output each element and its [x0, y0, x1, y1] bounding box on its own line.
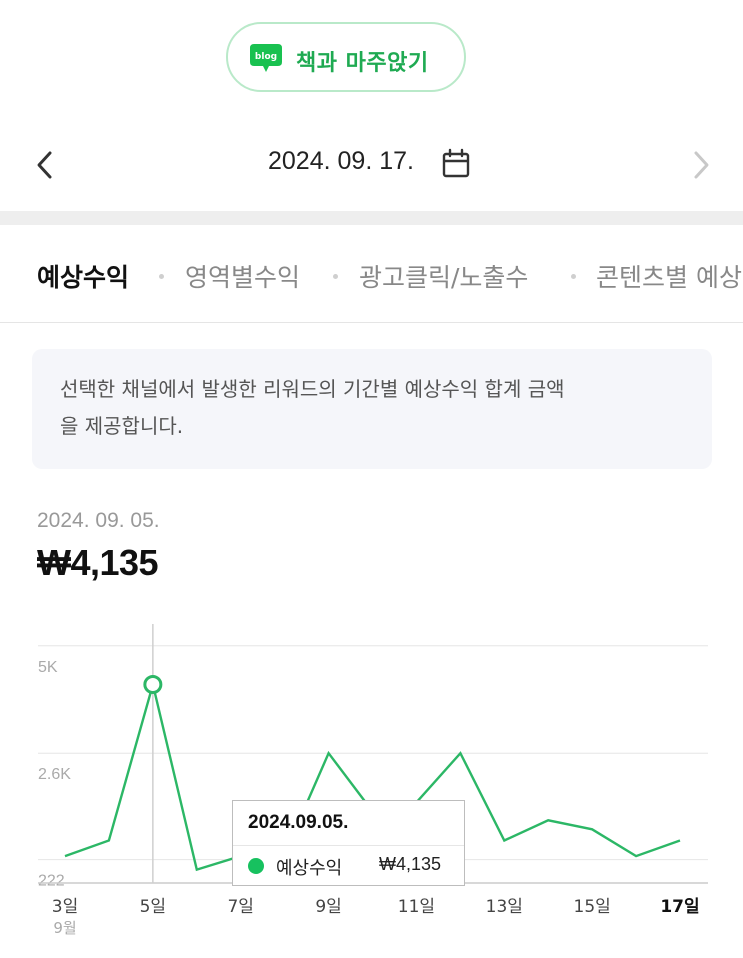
x-tick-label: 5일	[140, 897, 166, 917]
revenue-line-chart[interactable]: 5K 2.6K 222 3일 9월 5일 7일 9일 11일 13일 15일 17일	[0, 620, 743, 958]
tab-separator-dot	[159, 274, 164, 279]
x-tick-label: 3일	[52, 897, 78, 917]
info-text-line1: 선택한 채널에서 발생한 리워드의 기간별 예상수익 합계 금액	[60, 377, 565, 401]
series-color-dot	[248, 858, 264, 874]
y-tick-label: 2.6K	[38, 766, 71, 783]
section-divider	[0, 211, 743, 225]
highlighted-point	[143, 674, 163, 694]
tooltip-series-label: 예상수익	[276, 858, 343, 879]
chart-tooltip: 2024.09.05. 예상수익 ₩4,135	[232, 800, 465, 886]
current-date[interactable]: 2024. 09. 17.	[268, 147, 414, 176]
x-tick-sublabel: 9월	[53, 919, 76, 937]
tab-revenue-by-content[interactable]: 콘텐츠별 예상	[596, 258, 742, 294]
chevron-left-icon[interactable]	[30, 148, 60, 182]
chevron-right-icon[interactable]	[686, 148, 716, 182]
x-tick-label: 11일	[398, 897, 435, 917]
info-box: 선택한 채널에서 발생한 리워드의 기간별 예상수익 합계 금액 을 제공합니다…	[32, 349, 712, 469]
tab-expected-revenue[interactable]: 예상수익	[37, 258, 129, 294]
x-tick-label: 15일	[574, 897, 611, 917]
blog-name: 책과 마주앉기	[296, 51, 429, 76]
stats-tabs: 예상수익 영역별수익 광고클릭/노출수 콘텐츠별 예상	[0, 244, 743, 323]
x-tick-label: 17일	[660, 897, 699, 917]
blog-logo-icon: blog	[250, 44, 282, 72]
tab-separator-dot	[571, 274, 576, 279]
info-text-line2: 을 제공합니다.	[60, 414, 184, 438]
tab-ad-clicks-impressions[interactable]: 광고클릭/노출수	[359, 258, 528, 294]
tooltip-divider	[233, 845, 464, 846]
tooltip-date: 2024.09.05.	[248, 812, 349, 833]
selected-date: 2024. 09. 05.	[37, 509, 160, 532]
date-navigator: 2024. 09. 17.	[0, 130, 743, 200]
calendar-icon[interactable]	[441, 148, 471, 180]
tooltip-value: ₩4,135	[379, 854, 442, 874]
y-tick-label: 5K	[38, 659, 58, 676]
blog-badge-text: blog	[255, 52, 277, 62]
y-tick-label: 222	[38, 873, 65, 890]
x-tick-label: 13일	[486, 897, 523, 917]
selected-amount: ₩4,135	[37, 542, 159, 583]
blog-channel-button[interactable]: blog 책과 마주앉기	[226, 22, 466, 92]
x-tick-label: 7일	[227, 897, 253, 917]
x-tick-label: 9일	[315, 897, 341, 917]
tab-separator-dot	[333, 274, 338, 279]
tab-revenue-by-area[interactable]: 영역별수익	[185, 258, 300, 294]
